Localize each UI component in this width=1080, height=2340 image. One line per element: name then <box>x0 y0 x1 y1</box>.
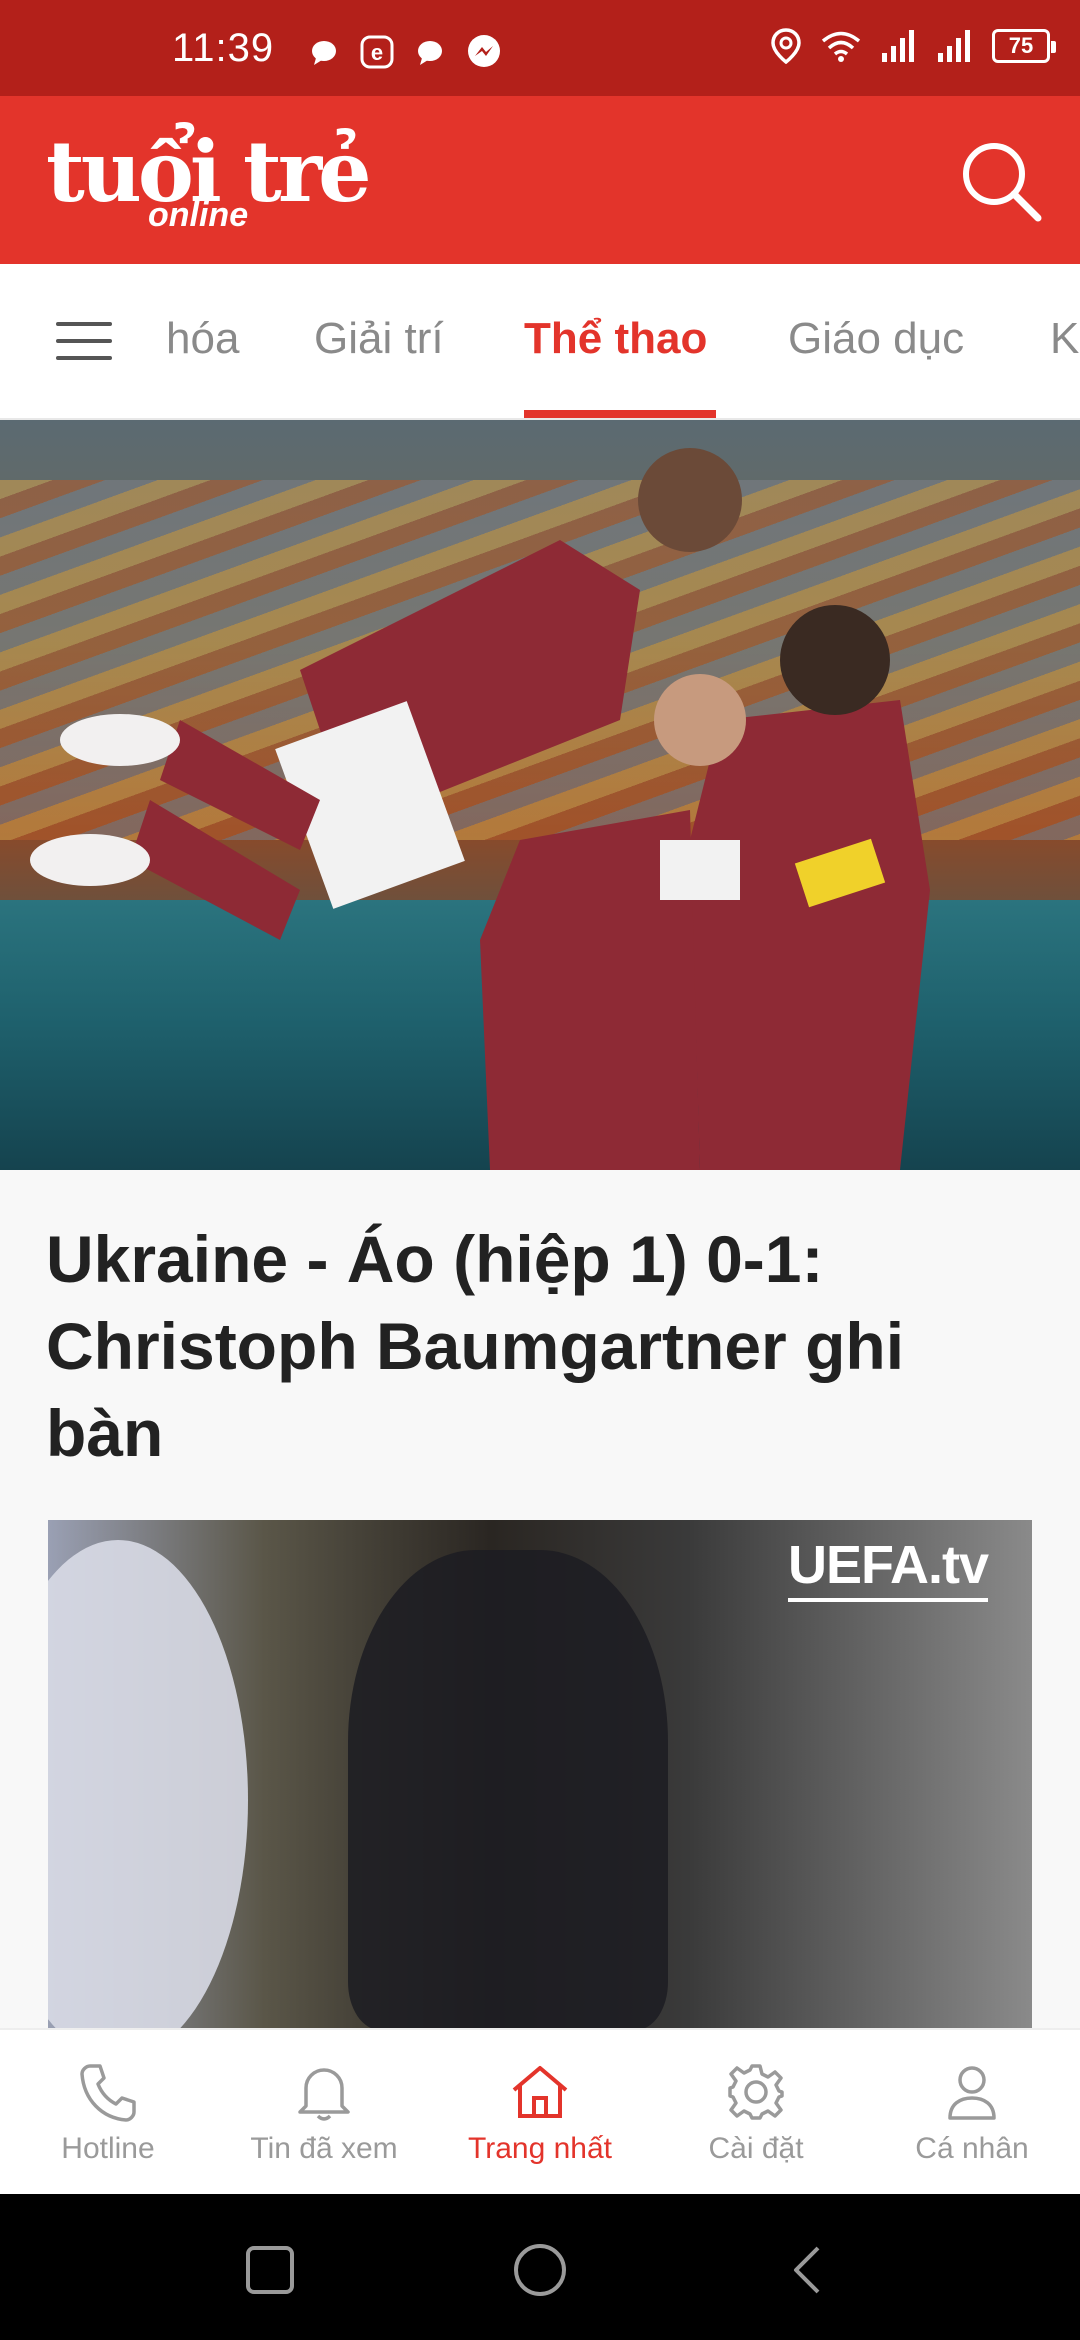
nav-label: Tin đã xem <box>250 2132 398 2165</box>
gear-icon <box>728 2064 784 2120</box>
location-icon <box>771 28 801 64</box>
category-tabs: hóa Giải trí Thể thao Giáo dục K <box>0 264 1080 420</box>
battery-icon: 75 <box>992 29 1056 63</box>
tab-giao-duc[interactable]: Giáo dục <box>788 314 964 364</box>
nav-settings[interactable]: Cài đặt <box>648 2030 864 2194</box>
nav-label: Hotline <box>61 2132 155 2165</box>
nav-profile[interactable]: Cá nhân <box>864 2030 1080 2194</box>
nav-hotline[interactable]: Hotline <box>0 2030 216 2194</box>
back-icon[interactable] <box>780 2240 840 2300</box>
menu-button[interactable] <box>56 322 112 362</box>
tab-van-hoa[interactable]: hóa <box>166 314 239 364</box>
tab-the-thao[interactable]: Thể thao <box>524 314 707 364</box>
hero-image[interactable] <box>0 420 1080 1170</box>
article-title[interactable]: Ukraine - Áo (hiệp 1) 0-1: Christoph Bau… <box>46 1216 1036 1477</box>
nav-home[interactable]: Trang nhất <box>432 2030 648 2194</box>
signal-icon <box>882 30 914 62</box>
user-icon <box>948 2066 996 2120</box>
battery-level: 75 <box>1008 33 1034 58</box>
search-button[interactable] <box>956 136 1046 226</box>
svg-text:e: e <box>371 40 383 65</box>
e-icon: e <box>360 35 394 69</box>
video-watermark: UEFA.tv <box>787 1535 989 1602</box>
signal-icon <box>938 30 970 62</box>
nav-history[interactable]: Tin đã xem <box>216 2030 432 2194</box>
app-header: tuổi trẻ online <box>0 96 1080 264</box>
video-frame-figure <box>348 1550 668 2030</box>
hamburger-icon <box>56 322 112 326</box>
players-illustration <box>30 448 930 1170</box>
chat-icon <box>418 41 442 65</box>
home-circle-icon[interactable] <box>510 2240 570 2300</box>
article-video[interactable]: UEFA.tv <box>48 1520 1032 2030</box>
hamburger-icon-bar <box>56 339 112 343</box>
bell-icon <box>298 2068 350 2121</box>
system-icons: 75 <box>770 28 1056 64</box>
chat-icon <box>312 41 336 65</box>
status-bar: 11:39 e 75 <box>0 0 1080 96</box>
tab-next[interactable]: K <box>1050 314 1079 364</box>
nav-label: Cài đặt <box>708 2132 804 2165</box>
phone-icon <box>80 2064 136 2122</box>
search-icon <box>963 143 1042 222</box>
system-nav-bar <box>0 2194 1080 2340</box>
video-frame-shape <box>48 1540 248 2030</box>
recents-icon[interactable] <box>240 2240 300 2300</box>
messenger-icon <box>468 35 500 67</box>
active-tab-indicator <box>524 410 716 418</box>
bottom-nav: Hotline Tin đã xem Trang nhất Cài đặt Cá… <box>0 2028 1080 2194</box>
nav-label: Cá nhân <box>915 2132 1029 2165</box>
home-icon <box>512 2066 568 2118</box>
nav-label: Trang nhất <box>468 2132 612 2165</box>
tab-giai-tri[interactable]: Giải trí <box>314 314 444 364</box>
notification-icons: e <box>310 34 502 70</box>
wifi-icon <box>821 31 861 62</box>
logo-subtitle: online <box>148 196 249 234</box>
hamburger-icon-bar <box>56 356 112 360</box>
status-time: 11:39 <box>172 26 275 70</box>
